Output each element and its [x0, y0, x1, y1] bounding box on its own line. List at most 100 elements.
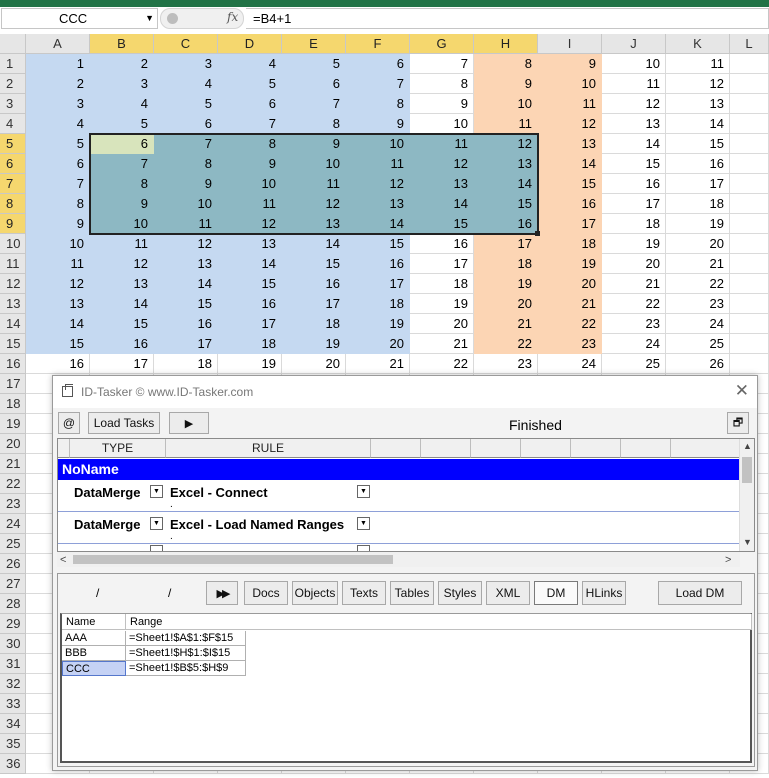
- cell[interactable]: 8: [474, 54, 538, 74]
- cell[interactable]: 11: [218, 194, 282, 214]
- cell[interactable]: 8: [154, 154, 218, 174]
- cell[interactable]: 21: [666, 254, 730, 274]
- cell[interactable]: 7: [90, 154, 154, 174]
- cell[interactable]: 20: [410, 314, 474, 334]
- row-header-10[interactable]: 10: [0, 234, 26, 254]
- cell[interactable]: 6: [346, 54, 410, 74]
- task-table[interactable]: TYPE RULE NoName DataMerge ▼ Excel - Con…: [57, 438, 755, 552]
- cell[interactable]: 17: [602, 194, 666, 214]
- cell[interactable]: 12: [218, 214, 282, 234]
- chevron-down-icon[interactable]: ▼: [357, 485, 370, 498]
- range-name-cell[interactable]: AAA: [62, 631, 126, 646]
- cell[interactable]: 17: [538, 214, 602, 234]
- cell[interactable]: [730, 174, 769, 194]
- cell[interactable]: 17: [282, 294, 346, 314]
- cell[interactable]: 18: [474, 254, 538, 274]
- cell[interactable]: 17: [154, 334, 218, 354]
- column-header-g[interactable]: G: [410, 34, 474, 54]
- cell[interactable]: 15: [346, 234, 410, 254]
- cell[interactable]: 4: [218, 54, 282, 74]
- row-header-9[interactable]: 9: [0, 214, 26, 234]
- row-header-14[interactable]: 14: [0, 314, 26, 334]
- cell[interactable]: 13: [26, 294, 90, 314]
- cell[interactable]: 1: [26, 54, 90, 74]
- row-header-6[interactable]: 6: [0, 154, 26, 174]
- select-all-corner[interactable]: [0, 34, 26, 54]
- cell[interactable]: 9: [218, 154, 282, 174]
- row-header-3[interactable]: 3: [0, 94, 26, 114]
- cell[interactable]: 19: [410, 294, 474, 314]
- cell[interactable]: 11: [538, 94, 602, 114]
- row-header-20[interactable]: 20: [0, 434, 26, 454]
- cell[interactable]: [730, 134, 769, 154]
- cell[interactable]: 15: [410, 214, 474, 234]
- cell[interactable]: 19: [346, 314, 410, 334]
- cell[interactable]: 15: [538, 174, 602, 194]
- tab-hlinks[interactable]: HLinks: [582, 581, 626, 605]
- cell[interactable]: 19: [474, 274, 538, 294]
- cell[interactable]: 5: [154, 94, 218, 114]
- cell[interactable]: 5: [26, 134, 90, 154]
- cell[interactable]: 21: [410, 334, 474, 354]
- cell[interactable]: 2: [26, 74, 90, 94]
- cell[interactable]: 12: [666, 74, 730, 94]
- cell[interactable]: 14: [666, 114, 730, 134]
- row-header-4[interactable]: 4: [0, 114, 26, 134]
- row-header-34[interactable]: 34: [0, 714, 26, 734]
- cell[interactable]: 26: [666, 354, 730, 374]
- cell[interactable]: 12: [154, 234, 218, 254]
- cell[interactable]: 21: [538, 294, 602, 314]
- chevron-down-icon[interactable]: [150, 545, 163, 551]
- tab-objects[interactable]: Objects: [292, 581, 338, 605]
- horizontal-scrollbar[interactable]: < >: [57, 552, 740, 567]
- cell[interactable]: 9: [474, 74, 538, 94]
- row-header-2[interactable]: 2: [0, 74, 26, 94]
- named-ranges-list[interactable]: Name Range AAA =Sheet1!$A$1:$F$15 BBB =S…: [60, 613, 752, 763]
- cell[interactable]: 12: [90, 254, 154, 274]
- rule-cell[interactable]: Excel - Connect: [166, 484, 268, 501]
- cell[interactable]: 8: [26, 194, 90, 214]
- cell[interactable]: 22: [602, 294, 666, 314]
- forward-button[interactable]: ▶▶: [206, 581, 238, 605]
- type-cell[interactable]: DataMerge: [70, 484, 140, 501]
- cell[interactable]: 15: [218, 274, 282, 294]
- tab-docs[interactable]: Docs: [244, 581, 288, 605]
- cell[interactable]: 20: [346, 334, 410, 354]
- cell[interactable]: 20: [538, 274, 602, 294]
- cell[interactable]: 19: [602, 234, 666, 254]
- cell[interactable]: 20: [602, 254, 666, 274]
- range-address-cell[interactable]: =Sheet1!$H$1:$I$15: [126, 646, 246, 661]
- cell[interactable]: 9: [154, 174, 218, 194]
- row-header-31[interactable]: 31: [0, 654, 26, 674]
- cell[interactable]: 9: [410, 94, 474, 114]
- cell[interactable]: 9: [538, 54, 602, 74]
- column-header-d[interactable]: D: [218, 34, 282, 54]
- row-header-7[interactable]: 7: [0, 174, 26, 194]
- cell[interactable]: 8: [410, 74, 474, 94]
- cell[interactable]: 4: [154, 74, 218, 94]
- cell[interactable]: [730, 114, 769, 134]
- at-button[interactable]: @: [58, 412, 80, 434]
- fill-handle[interactable]: [535, 231, 540, 236]
- cell[interactable]: 7: [218, 114, 282, 134]
- cell[interactable]: 10: [474, 94, 538, 114]
- cell[interactable]: [730, 274, 769, 294]
- cell[interactable]: 6: [154, 114, 218, 134]
- cell[interactable]: [730, 334, 769, 354]
- cell[interactable]: 12: [602, 94, 666, 114]
- cell[interactable]: 23: [538, 334, 602, 354]
- formula-input[interactable]: =B4+1: [246, 8, 769, 29]
- cell[interactable]: 18: [218, 334, 282, 354]
- cell[interactable]: 14: [218, 254, 282, 274]
- column-header-k[interactable]: K: [666, 34, 730, 54]
- cell[interactable]: 25: [602, 354, 666, 374]
- name-column-header[interactable]: Name: [62, 614, 126, 630]
- cell[interactable]: 13: [90, 274, 154, 294]
- cell[interactable]: 14: [346, 214, 410, 234]
- cell[interactable]: 11: [282, 174, 346, 194]
- cell[interactable]: 9: [26, 214, 90, 234]
- cell[interactable]: 8: [346, 94, 410, 114]
- chevron-down-icon[interactable]: ▼: [145, 9, 154, 28]
- cell[interactable]: 18: [282, 314, 346, 334]
- row-header-23[interactable]: 23: [0, 494, 26, 514]
